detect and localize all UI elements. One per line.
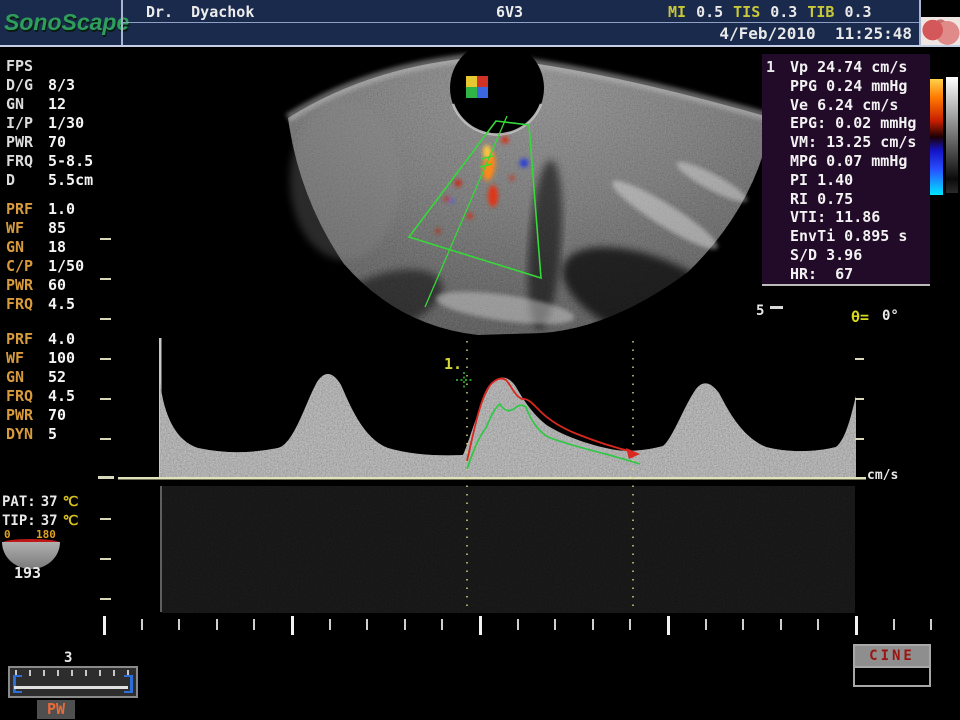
time-tick — [554, 619, 556, 630]
scrollbar-tick — [85, 670, 87, 676]
cine-button[interactable]: CINE — [853, 644, 931, 687]
time-tick — [441, 619, 443, 630]
time-tick — [517, 619, 519, 630]
scrollbar-tick — [113, 670, 115, 676]
time-tick — [178, 619, 180, 630]
time-tick — [742, 619, 744, 630]
time-tick — [366, 619, 368, 630]
time-tick — [629, 619, 631, 630]
scrollbar-tick — [57, 670, 59, 676]
time-tick — [780, 619, 782, 630]
cine-button-label[interactable]: CINE — [855, 646, 929, 666]
scrollbar-tick — [71, 670, 73, 676]
scroll-range-end[interactable] — [124, 675, 133, 693]
time-tick — [930, 619, 932, 630]
time-tick — [705, 619, 707, 630]
time-tick — [253, 619, 255, 630]
cine-button-field[interactable] — [855, 666, 929, 685]
time-tick — [855, 616, 858, 635]
time-tick — [291, 616, 294, 635]
cine-frame-label: 3 — [64, 650, 72, 666]
time-tick — [404, 619, 406, 630]
time-tick — [667, 616, 670, 635]
time-tick — [216, 619, 218, 630]
time-tick — [103, 616, 106, 635]
ultrasound-screen: SonoScape Dr. Dyachok 6V3 MI 0.5 TIS 0.3… — [0, 0, 960, 720]
scrollbar-tick — [99, 670, 101, 676]
scroll-thumb[interactable] — [14, 686, 128, 689]
cine-scrollbar[interactable] — [8, 666, 138, 698]
scrollbar-tick — [43, 670, 45, 676]
scrollbar-tick — [29, 670, 31, 676]
time-tick — [479, 616, 482, 635]
pw-mode-badge[interactable]: PW — [37, 700, 75, 719]
time-tick — [141, 619, 143, 630]
time-tick — [329, 619, 331, 630]
scroll-range-start[interactable] — [13, 675, 22, 693]
time-tick — [592, 619, 594, 630]
time-scale — [0, 0, 960, 720]
time-tick — [817, 619, 819, 630]
time-tick — [893, 619, 895, 630]
